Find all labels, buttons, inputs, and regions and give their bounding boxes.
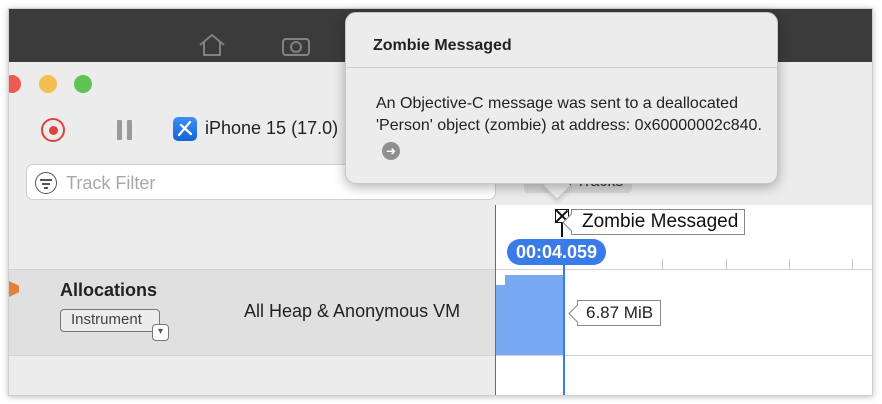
home-icon — [199, 33, 225, 56]
ruler-tick — [662, 259, 663, 269]
instrument-popup-button[interactable]: Instrument — [60, 309, 160, 332]
popover-message: An Objective-C message was sent to a dea… — [376, 93, 776, 160]
divider — [9, 355, 872, 356]
xcode-app-icon — [173, 117, 197, 141]
camera-icon — [282, 38, 310, 56]
track-column-divider[interactable] — [495, 205, 496, 395]
empty-track-graph — [496, 355, 872, 395]
track-subtitle: All Heap & Anonymous VM — [244, 301, 461, 321]
flag-stem — [561, 223, 563, 237]
zombie-popover: Zombie Messaged An Objective-C message w… — [345, 12, 778, 184]
allocation-graph-fill — [496, 275, 565, 355]
playhead-line[interactable] — [563, 259, 565, 395]
popover-divider — [346, 67, 777, 68]
pause-button[interactable] — [117, 120, 133, 140]
track-name: Allocations — [60, 280, 158, 300]
chevron-down-icon[interactable]: ▾ — [152, 324, 169, 341]
memory-value-label: 6.87 MiB — [577, 300, 662, 326]
ruler-tick — [726, 259, 727, 269]
filter-icon — [35, 172, 57, 194]
minimize-window-button[interactable] — [39, 75, 57, 93]
target-device-selector[interactable]: iPhone 15 (17.0) — [205, 118, 338, 139]
ruler-tick — [852, 259, 853, 269]
record-button[interactable] — [41, 118, 65, 142]
go-to-arrow-icon[interactable]: ➜ — [382, 142, 400, 160]
event-flag-label[interactable]: Zombie Messaged — [571, 209, 746, 235]
allocation-graph-step — [496, 275, 505, 285]
divider — [9, 269, 872, 270]
popover-title: Zombie Messaged — [373, 37, 512, 54]
zoom-window-button[interactable] — [74, 75, 92, 93]
track-filter-placeholder: Track Filter — [66, 173, 156, 193]
playhead-time[interactable]: 00:04.059 — [507, 239, 607, 265]
ruler-tick — [789, 259, 790, 269]
popover-message-text: An Objective-C message was sent to a dea… — [376, 95, 762, 134]
close-window-button[interactable] — [9, 75, 21, 93]
